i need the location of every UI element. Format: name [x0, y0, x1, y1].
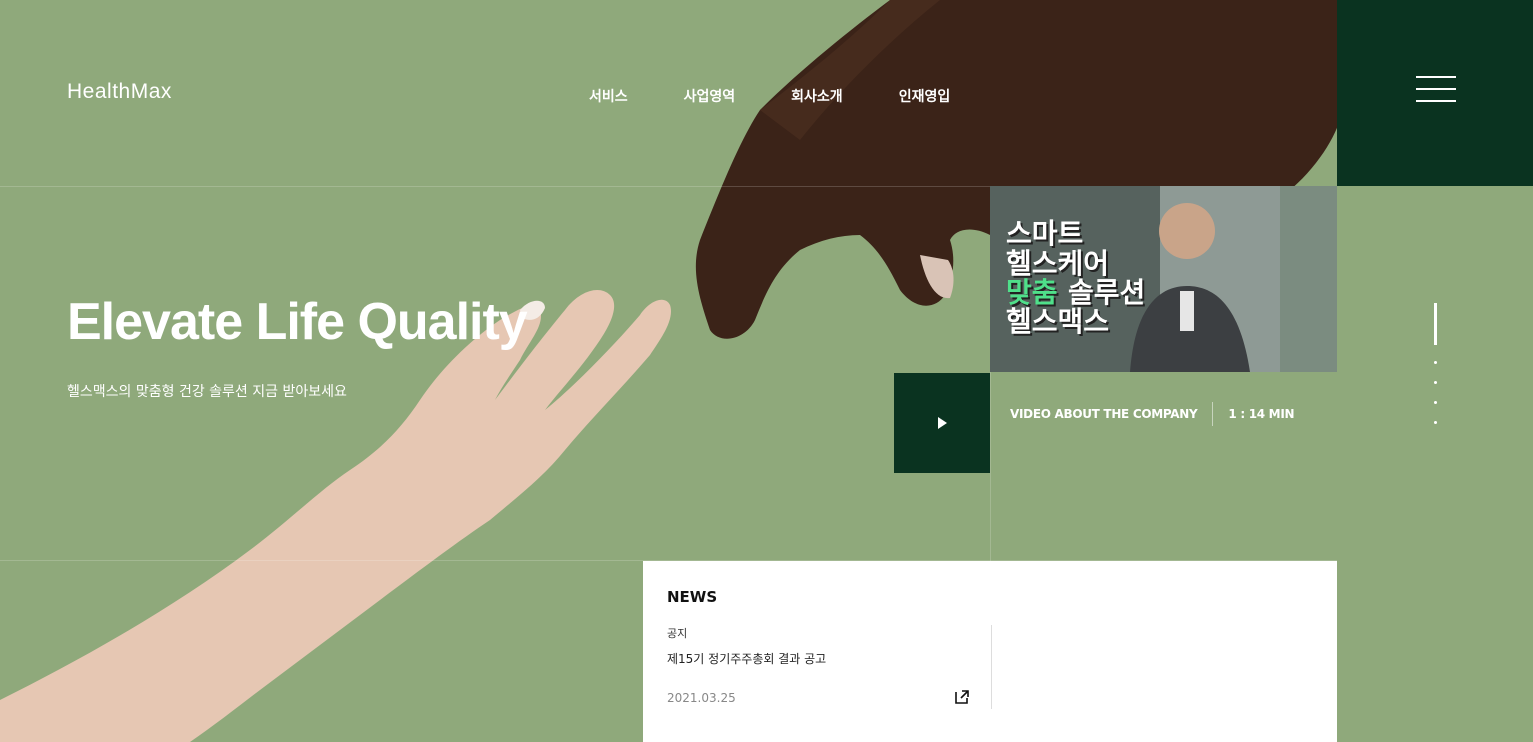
play-icon: [938, 417, 947, 429]
menu-icon: [1416, 76, 1456, 102]
news-divider: [991, 625, 992, 709]
video-meta: VIDEO ABOUT THE COMPANY 1 : 14 MIN: [1010, 402, 1295, 426]
grid-line-top: [0, 186, 990, 187]
news-date: 2021.03.25: [667, 691, 736, 705]
news-headline[interactable]: 제15기 정기주주총회 결과 공고: [667, 650, 826, 667]
thumbnail-text-line: 스마트: [1006, 217, 1084, 250]
divider: [1212, 402, 1214, 426]
play-button[interactable]: [894, 373, 990, 473]
video-thumbnail[interactable]: 스마트 헬스케어 맞춤 솔루션 헬스맥스: [990, 186, 1337, 372]
external-link-icon[interactable]: [954, 689, 970, 705]
video-label: VIDEO ABOUT THE COMPANY: [1010, 407, 1198, 421]
pager-dot[interactable]: [1434, 401, 1437, 404]
thumbnail-text-line: 헬스맥스: [1006, 305, 1110, 338]
news-category: 공지: [667, 627, 688, 640]
nav-item-careers[interactable]: 인재영입: [899, 86, 951, 106]
pager-dot[interactable]: [1434, 421, 1437, 424]
news-panel: NEWS 공지 제15기 정기주주총회 결과 공고 2021.03.25: [643, 561, 1337, 742]
thumbnail-text-highlight: 맞춤: [1006, 276, 1058, 309]
pager-active-indicator[interactable]: [1434, 303, 1437, 345]
pager-dot[interactable]: [1434, 381, 1437, 384]
main-nav: 서비스 사업영역 회사소개 인재영입: [589, 86, 1006, 106]
pager-dot[interactable]: [1434, 361, 1437, 364]
menu-button[interactable]: [1337, 0, 1533, 186]
nav-item-business[interactable]: 사업영역: [684, 86, 736, 106]
hero-title: Elevate Life Quality: [67, 293, 528, 351]
video-duration: 1 : 14 MIN: [1228, 407, 1295, 421]
logo[interactable]: HealthMax: [67, 80, 172, 104]
hero-section: HealthMax 서비스 사업영역 회사소개 인재영입 Elevate Lif…: [0, 0, 1533, 742]
news-title: NEWS: [667, 588, 718, 606]
nav-item-services[interactable]: 서비스: [589, 86, 628, 106]
thumbnail-text-line: 솔루션: [1068, 276, 1146, 309]
thumbnail-text-line: 헬스케어: [1006, 247, 1110, 280]
nav-item-about[interactable]: 회사소개: [791, 86, 843, 106]
hero-subtitle: 헬스맥스의 맞춤형 건강 솔루션 지금 받아보세요: [67, 384, 347, 400]
